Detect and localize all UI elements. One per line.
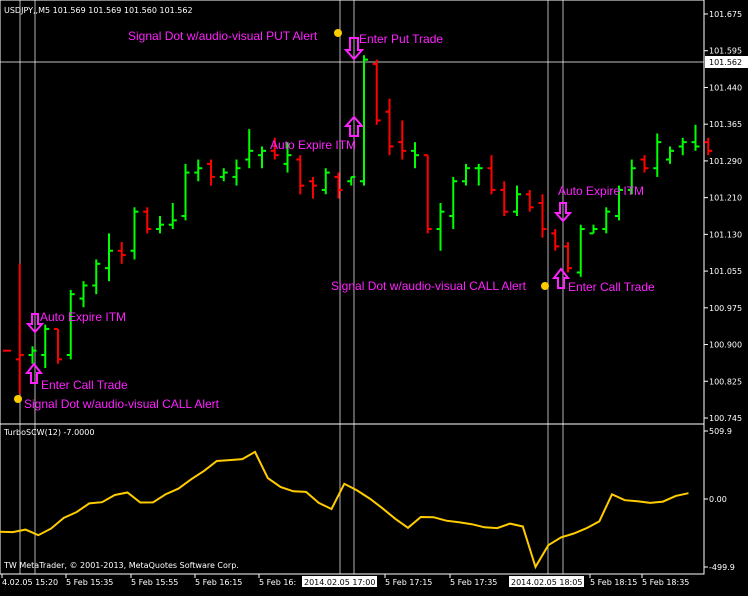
auto-itm-mid-label: Auto Expire ITM xyxy=(270,138,356,152)
signal-dot-put xyxy=(334,29,342,37)
price-tick-label: 100.745 xyxy=(709,414,742,423)
enter-put-label: Enter Put Trade xyxy=(359,32,443,46)
price-axis: 101.675 101.595 101.440 101.365 101.290 101.2… xyxy=(704,10,742,423)
indicator-axis: 509.9 0.00 -499.9 xyxy=(704,427,735,572)
price-bar xyxy=(704,137,713,156)
signal-dot-call-left xyxy=(14,395,22,403)
price-tick-label: 100.900 xyxy=(709,341,742,350)
symbol-info: USDJPY,,M5 101.569 101.569 101.560 101.5… xyxy=(4,6,193,15)
time-tick-label: 5 Feb 16:15 xyxy=(195,578,242,587)
time-tick-label: 5 Feb 18:15 xyxy=(590,578,637,587)
indicator-tick-label: 0.00 xyxy=(709,495,727,504)
time-tick-label: 5 Feb 15:55 xyxy=(131,578,178,587)
indicator-tick-label: -499.9 xyxy=(709,563,735,572)
auto-itm-right-label: Auto Expire ITM xyxy=(558,184,644,198)
price-tick-label: 101.595 xyxy=(709,47,742,56)
time-highlight-label: 2014.02.05 18:05 xyxy=(511,578,582,587)
call-alert-right-label: Signal Dot w/audio-visual CALL Alert xyxy=(331,279,527,293)
price-tick-label: 101.440 xyxy=(709,83,742,92)
put-alert-label: Signal Dot w/audio-visual PUT Alert xyxy=(128,29,318,43)
price-tick-label: 101.290 xyxy=(709,157,742,166)
time-highlight-label: 2014.02.05 17:00 xyxy=(304,578,375,587)
indicator-tick-label: 509.9 xyxy=(709,427,732,436)
price-tick-label: 101.055 xyxy=(709,267,742,276)
time-tick-label: 5 Feb 16: xyxy=(259,578,296,587)
price-tick-label: 100.825 xyxy=(709,377,742,386)
price-tick-label: 101.210 xyxy=(709,194,742,203)
auto-itm-left-label: Auto Expire ITM xyxy=(40,310,126,324)
price-chart[interactable]: 101.675 101.595 101.440 101.365 101.290 101.2… xyxy=(0,0,748,592)
time-tick-label: 5 Feb 18:35 xyxy=(642,578,689,587)
price-tick-label: 101.675 xyxy=(709,10,742,19)
signal-dot-call-right xyxy=(541,282,549,290)
enter-call-left-label: Enter Call Trade xyxy=(41,378,128,392)
copyright-text: TW MetaTrader, © 2001-2013, MetaQuotes S… xyxy=(3,561,239,570)
price-tick-label: 101.130 xyxy=(709,230,742,239)
time-tick-label: 4.02.05 15:20 xyxy=(2,578,58,587)
enter-call-right-label: Enter Call Trade xyxy=(568,280,655,294)
metatrader-chart-window[interactable]: 101.675 101.595 101.440 101.365 101.290 101.2… xyxy=(0,0,748,592)
time-axis: 4.02.05 15:20 5 Feb 15:35 5 Feb 15:55 5 Feb… xyxy=(1,574,689,587)
price-tick-label: 100.975 xyxy=(709,304,742,313)
current-price-label: 101.562 xyxy=(709,58,742,67)
indicator-frame xyxy=(0,423,705,575)
time-tick-label: 5 Feb 17:15 xyxy=(385,578,432,587)
time-tick-label: 5 Feb 15:35 xyxy=(66,578,113,587)
call-alert-left-label: Signal Dot w/audio-visual CALL Alert xyxy=(24,397,220,411)
price-tick-label: 101.365 xyxy=(709,120,742,129)
time-tick-label: 5 Feb 17:35 xyxy=(450,578,497,587)
main-chart-frame xyxy=(0,0,705,425)
indicator-title: TurboSCW(12) -7.0000 xyxy=(3,428,94,437)
